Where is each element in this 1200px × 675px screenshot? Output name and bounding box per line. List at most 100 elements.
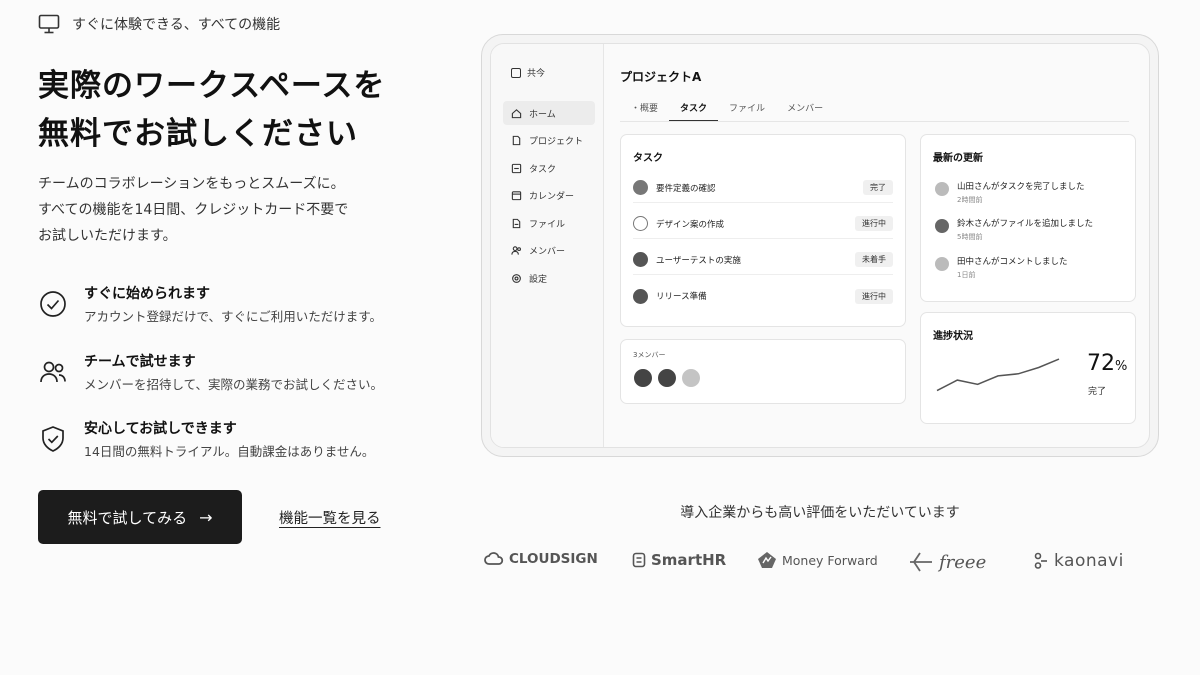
logo-text: CLOUDSIGN: [509, 551, 598, 567]
shield-check-icon: [42, 426, 64, 452]
status-badge: 進行中: [855, 216, 893, 231]
update-text: 田中さんがコメントしました: [957, 257, 1068, 267]
feature-title: チームで試せます: [84, 354, 196, 370]
member-count: 3メンバー: [633, 351, 666, 359]
avatar: [657, 368, 677, 388]
gear-icon: [512, 273, 521, 283]
avatar: [935, 257, 949, 271]
list-item: 山田さんがタスクを完了しました 2時間前: [935, 180, 1125, 210]
tasks-card: タスク 要件定義の確認 完了 デザイン案の作成 進行中 ユーザーテストの実施 未…: [620, 134, 906, 327]
task-row[interactable]: ユーザーテストの実施 未着手: [633, 245, 893, 275]
users-icon: [40, 361, 66, 383]
smarthr-mark-icon: [632, 552, 646, 568]
updates-card: 最新の更新 山田さんがタスクを完了しました 2時間前 鈴木さんがファイルを追加し…: [920, 134, 1136, 302]
status-badge: 進行中: [855, 288, 893, 304]
check-circle-icon: [40, 291, 66, 317]
sidebar-item-tasks[interactable]: タスク: [503, 156, 595, 180]
tasks-card-title: タスク: [633, 153, 663, 164]
task-row[interactable]: デザイン案の作成 進行中: [633, 209, 893, 239]
cloud-icon: [484, 552, 504, 565]
app-preview-device: 共今 ホーム プロジェクト タスク カレンダー ファイル メンバー 設定 プロジ…: [481, 34, 1159, 457]
brand-logo-icon: [511, 67, 521, 78]
progress-number: 72: [1087, 351, 1115, 376]
update-text: 山田さんがタスクを完了しました: [957, 182, 1085, 192]
tab-tasks[interactable]: タスク: [669, 96, 719, 122]
task-name: 要件定義の確認: [656, 183, 716, 194]
feature-desc: 14日間の無料トライアル。自動課金はありません。: [84, 444, 375, 459]
progress-card-title: 進捗状況: [933, 331, 973, 342]
document-icon: [512, 135, 521, 145]
avatar: [633, 288, 648, 304]
desc-line-1: チームのコラボレーションをもっとスムーズに。: [38, 176, 345, 192]
trust-heading: 導入企業からも高い評価をいただいています: [680, 505, 960, 521]
update-text: 鈴木さんがファイルを追加しました: [957, 219, 1094, 229]
tab-label: 概要: [640, 104, 659, 114]
members-icon: [511, 245, 521, 255]
sidebar-item-label: ホーム: [529, 109, 556, 120]
avatar: [633, 368, 653, 388]
sidebar-item-members[interactable]: メンバー: [503, 238, 595, 262]
sidebar-item-label: メンバー: [529, 246, 566, 257]
sidebar-item-projects[interactable]: プロジェクト: [503, 128, 595, 152]
preview-brand: 共今: [511, 66, 545, 79]
list-item: 田中さんがコメントしました 1日前: [935, 255, 1125, 285]
feature-team-trial: チームで試せます メンバーを招待して、実際の業務でお試しください。: [38, 351, 418, 401]
sidebar-item-settings[interactable]: 設定: [503, 266, 595, 290]
logo-kaonavi: kaonavi: [1033, 551, 1124, 571]
logo-cloudsign: CLOUDSIGN: [484, 551, 598, 567]
feature-desc: メンバーを招待して、実際の業務でお試しください。: [84, 377, 384, 392]
logo-text: Money Forward: [782, 552, 878, 568]
brand-name: 共今: [527, 69, 546, 79]
home-icon: [511, 108, 522, 118]
avatar: [935, 182, 949, 196]
desc-line-3: お試しいただけます。: [38, 228, 177, 244]
feature-safe-trial: 安心してお試しできます 14日間の無料トライアル。自動課金はありません。: [38, 418, 418, 468]
progress-card: 進捗状況 72% 完了: [920, 312, 1136, 424]
empty-circle-icon: [633, 216, 648, 231]
update-time: 2時間前: [957, 196, 983, 204]
trend-line: [936, 358, 1060, 392]
tab-overview[interactable]: ・概要: [620, 96, 669, 122]
eyebrow: すぐに体験できる、すべての機能: [38, 14, 280, 34]
logo-smarthr: SmartHR: [632, 551, 726, 569]
task-row[interactable]: 要件定義の確認 完了: [633, 173, 893, 203]
project-title: プロジェクトA: [620, 70, 702, 84]
status-badge: 未着手: [855, 252, 893, 267]
sidebar-item-files[interactable]: ファイル: [503, 211, 595, 235]
eyebrow-text: すぐに体験できる、すべての機能: [72, 17, 281, 33]
task-icon: [511, 163, 522, 173]
logo-text: SmartHR: [651, 551, 727, 569]
tab-files[interactable]: ファイル: [718, 96, 776, 122]
update-time: 5時間前: [957, 233, 983, 241]
tab-members[interactable]: メンバー: [776, 96, 834, 122]
avatar: [681, 368, 701, 388]
freee-bird-icon: [910, 552, 932, 572]
task-row[interactable]: リリース準備 進行中: [633, 281, 893, 311]
money-forward-mark-icon: [758, 552, 776, 568]
avatar: [633, 180, 648, 195]
sidebar-item-label: タスク: [529, 164, 557, 175]
update-time: 1日前: [957, 271, 976, 279]
progress-value: 72%: [1087, 351, 1127, 376]
free-trial-button[interactable]: 無料で試してみる →: [38, 490, 242, 544]
status-badge: 完了: [863, 180, 893, 195]
sidebar-item-label: カレンダー: [529, 191, 575, 202]
logo-freee: freee: [908, 551, 986, 573]
sidebar-item-calendar[interactable]: カレンダー: [503, 183, 595, 207]
project-tabs: ・概要 タスク ファイル メンバー: [620, 96, 834, 122]
feature-instant-start: すぐに始められます アカウント登録だけで、すぐにご利用いただけます。: [38, 283, 418, 333]
logo-money-forward: Money Forward: [757, 551, 878, 569]
free-trial-label: 無料で試してみる: [67, 508, 188, 527]
list-item: 鈴木さんがファイルを追加しました 5時間前: [935, 217, 1125, 247]
feature-title: すぐに始められます: [84, 286, 210, 302]
progress-unit: %: [1115, 359, 1128, 374]
progress-caption: 完了: [1088, 387, 1107, 397]
sidebar-item-home[interactable]: ホーム: [503, 101, 595, 125]
title-line-2: 無料でお試しください: [38, 116, 358, 152]
updates-card-title: 最新の更新: [933, 153, 983, 164]
hero-description: チームのコラボレーションをもっとスムーズに。 すべての機能を14日間、クレジット…: [38, 171, 348, 249]
feature-list-link[interactable]: 機能一覧を見る: [279, 507, 381, 528]
sidebar-item-label: プロジェクト: [529, 136, 584, 147]
page-title: 実際のワークスペースを 無料でお試しください: [38, 62, 385, 158]
avatar: [935, 219, 949, 233]
